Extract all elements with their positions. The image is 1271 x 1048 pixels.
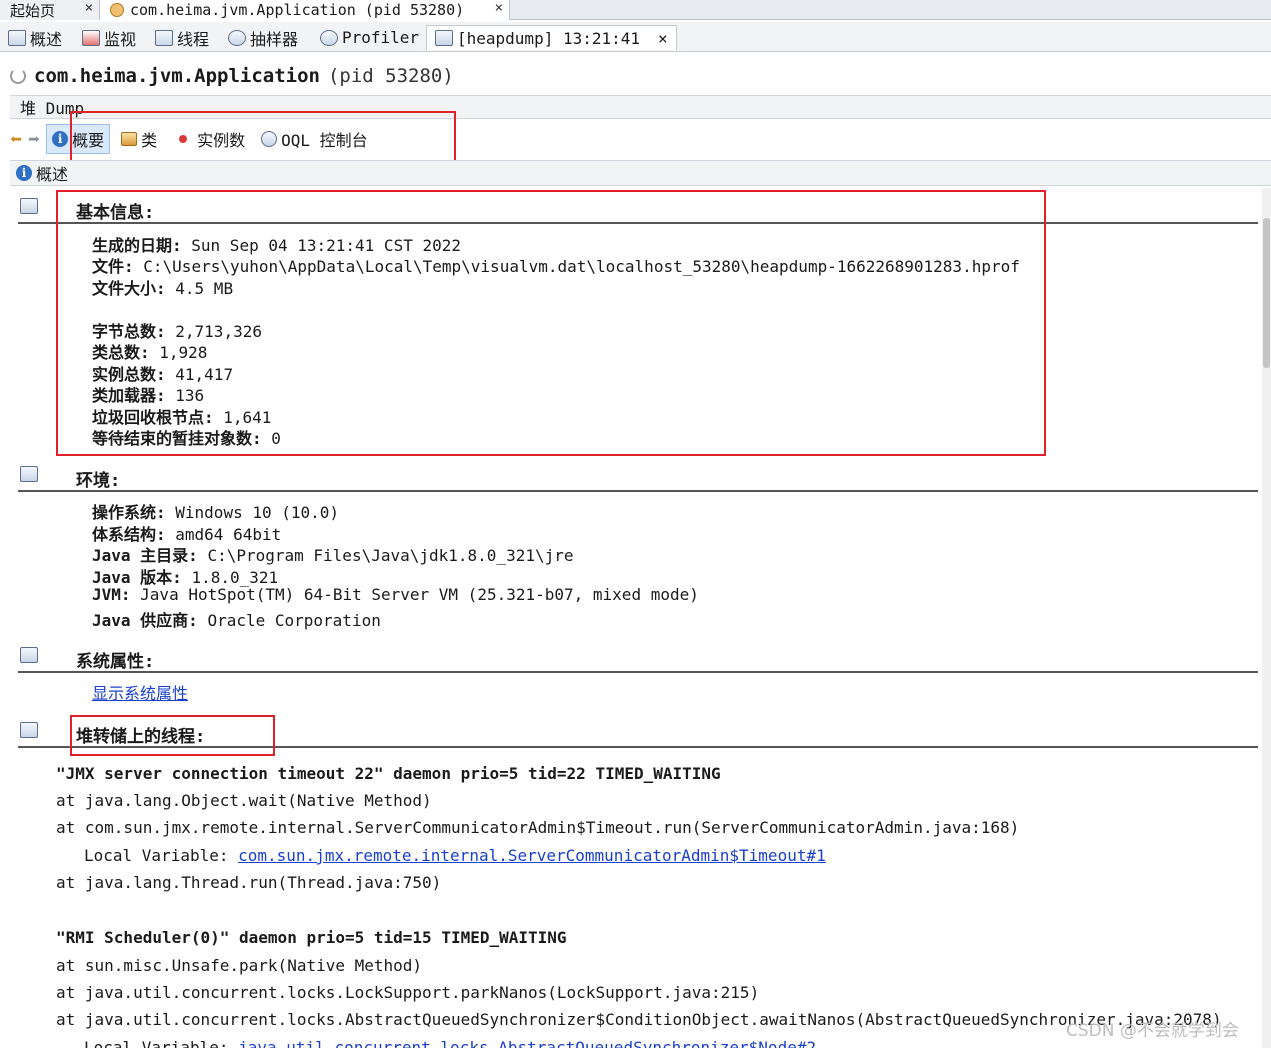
heapdump-icon <box>435 30 453 46</box>
classes-icon <box>121 132 138 146</box>
app-header: com.heima.jvm.Application (pid 53280) <box>10 62 454 90</box>
watermark: CSDN @不会就学到会 <box>1066 1021 1239 1041</box>
tab-sampler[interactable]: 抽样器 <box>228 25 298 50</box>
button-label: OQL 控制台 <box>281 131 368 150</box>
close-icon[interactable]: × <box>85 0 93 16</box>
doc-tab-start-page[interactable]: 起始页 × <box>0 0 100 20</box>
info-row: 类总数: 1,928 <box>92 343 208 362</box>
stack-frame: at java.util.concurrent.locks.LockSuppor… <box>56 983 760 1002</box>
tab-threads[interactable]: 线程 <box>155 25 209 50</box>
section-title: 系统属性: <box>76 652 155 672</box>
button-label: 实例数 <box>197 131 246 150</box>
env-row: Java 供应商: Oracle Corporation <box>92 611 381 630</box>
env-row: JVM: Java HotSpot(TM) 64-Bit Server VM (… <box>92 585 699 604</box>
tab-label: [heapdump] 13:21:41 <box>457 28 641 48</box>
local-variable-row: Local Variable: com.sun.jmx.remote.inter… <box>84 846 826 865</box>
tab-label: 抽样器 <box>250 29 299 49</box>
info-icon: i <box>16 165 32 181</box>
heap-dump-toolbar: ⬅ ➡ i 概要 类 实例数 OQL 控制台 <box>10 122 373 156</box>
tab-label: 监视 <box>104 29 137 49</box>
info-icon: i <box>52 131 69 147</box>
refresh-icon <box>10 68 26 84</box>
tab-label: 线程 <box>177 29 210 49</box>
stack-frame: at sun.misc.Unsafe.park(Native Method) <box>56 956 423 975</box>
properties-icon <box>20 647 38 663</box>
threads-header: 堆转储上的线程: <box>18 720 1258 748</box>
view-tab-bar: 概述 监视 线程 抽样器 Profiler [heapdump] 13:21:4… <box>0 22 1271 52</box>
info-row: 等待结束的暂挂对象数: 0 <box>92 429 281 448</box>
summary-button[interactable]: i 概要 <box>46 124 111 154</box>
oql-console-button[interactable]: OQL 控制台 <box>256 125 373 153</box>
tab-label: Profiler <box>342 28 420 47</box>
profiler-icon <box>320 29 338 46</box>
stack-frame: at java.lang.Object.wait(Native Method) <box>56 791 432 810</box>
section-title: 基本信息: <box>76 203 155 223</box>
vertical-scrollbar[interactable] <box>1262 188 1271 1048</box>
tab-heapdump[interactable]: [heapdump] 13:21:41 × <box>426 25 677 50</box>
monitor-icon <box>82 29 100 46</box>
local-variable-row: Local Variable: java.util.concurrent.loc… <box>84 1038 816 1048</box>
env-row: 操作系统: Windows 10 (10.0) <box>92 503 340 522</box>
stack-frame: at java.util.concurrent.locks.AbstractQu… <box>56 1010 1222 1029</box>
java-cup-icon <box>110 3 124 17</box>
doc-tab-label: 起始页 <box>10 1 56 20</box>
tab-overview[interactable]: 概述 <box>8 25 62 50</box>
local-variable-link[interactable]: java.util.concurrent.locks.AbstractQueue… <box>238 1038 816 1048</box>
doc-tab-label: com.heima.jvm.Application (pid 53280) <box>130 1 465 19</box>
instances-icon <box>179 135 188 143</box>
overview-content: 基本信息: 生成的日期: Sun Sep 04 13:21:41 CST 202… <box>0 188 1262 1048</box>
back-arrow-icon[interactable]: ⬅ <box>10 127 22 151</box>
thread-title: "RMI Scheduler(0)" daemon prio=5 tid=15 … <box>56 928 567 947</box>
basic-info-icon <box>20 198 38 214</box>
system-properties-header: 系统属性: <box>18 645 1258 673</box>
doc-tab-application[interactable]: com.heima.jvm.Application (pid 53280) × <box>100 0 510 20</box>
close-icon[interactable]: × <box>658 29 668 48</box>
info-row: 类加载器: 136 <box>92 386 205 405</box>
app-name: com.heima.jvm.Application <box>34 65 320 87</box>
section-title: 环境: <box>76 471 121 491</box>
basic-info-header: 基本信息: <box>18 196 1258 224</box>
overview-icon <box>8 29 26 46</box>
env-row: Java 主目录: C:\Program Files\Java\jdk1.8.0… <box>92 546 574 565</box>
stack-frame: at java.lang.Thread.run(Thread.java:750) <box>56 873 442 892</box>
sampler-icon <box>228 29 246 46</box>
environment-header: 环境: <box>18 464 1258 492</box>
tab-monitor[interactable]: 监视 <box>82 25 136 50</box>
stack-frame: at com.sun.jmx.remote.internal.ServerCom… <box>56 818 1020 837</box>
heap-dump-label: 堆 Dump <box>20 99 85 118</box>
tab-label: 概述 <box>30 29 63 49</box>
show-system-properties-link[interactable]: 显示系统属性 <box>92 680 188 704</box>
heap-dump-header: 堆 Dump <box>10 95 1271 119</box>
info-row: 文件大小: 4.5 MB <box>92 279 234 298</box>
scrollbar-thumb[interactable] <box>1263 218 1270 368</box>
overview-section-bar: i 概述 <box>10 160 1271 186</box>
info-row: 文件: C:\Users\yuhon\AppData\Local\Temp\vi… <box>92 257 1020 276</box>
thread-title: "JMX server connection timeout 22" daemo… <box>56 764 721 783</box>
classes-button[interactable]: 类 <box>116 125 162 153</box>
button-label: 概要 <box>72 131 105 150</box>
oql-icon <box>261 131 278 147</box>
close-icon[interactable]: × <box>495 0 503 16</box>
instances-button[interactable]: 实例数 <box>168 125 250 153</box>
app-pid: (pid 53280) <box>327 65 454 87</box>
forward-arrow-icon[interactable]: ➡ <box>28 127 40 151</box>
section-title: 堆转储上的线程: <box>76 727 206 747</box>
threads-icon <box>155 29 173 46</box>
button-label: 类 <box>141 131 158 150</box>
document-tab-bar: 起始页 × com.heima.jvm.Application (pid 532… <box>0 0 1271 20</box>
computer-icon <box>20 466 38 482</box>
threads-icon <box>20 722 38 738</box>
local-variable-link[interactable]: com.sun.jmx.remote.internal.ServerCommun… <box>238 846 826 865</box>
tab-profiler[interactable]: Profiler <box>320 25 419 50</box>
section-bar-label: 概述 <box>36 165 69 184</box>
